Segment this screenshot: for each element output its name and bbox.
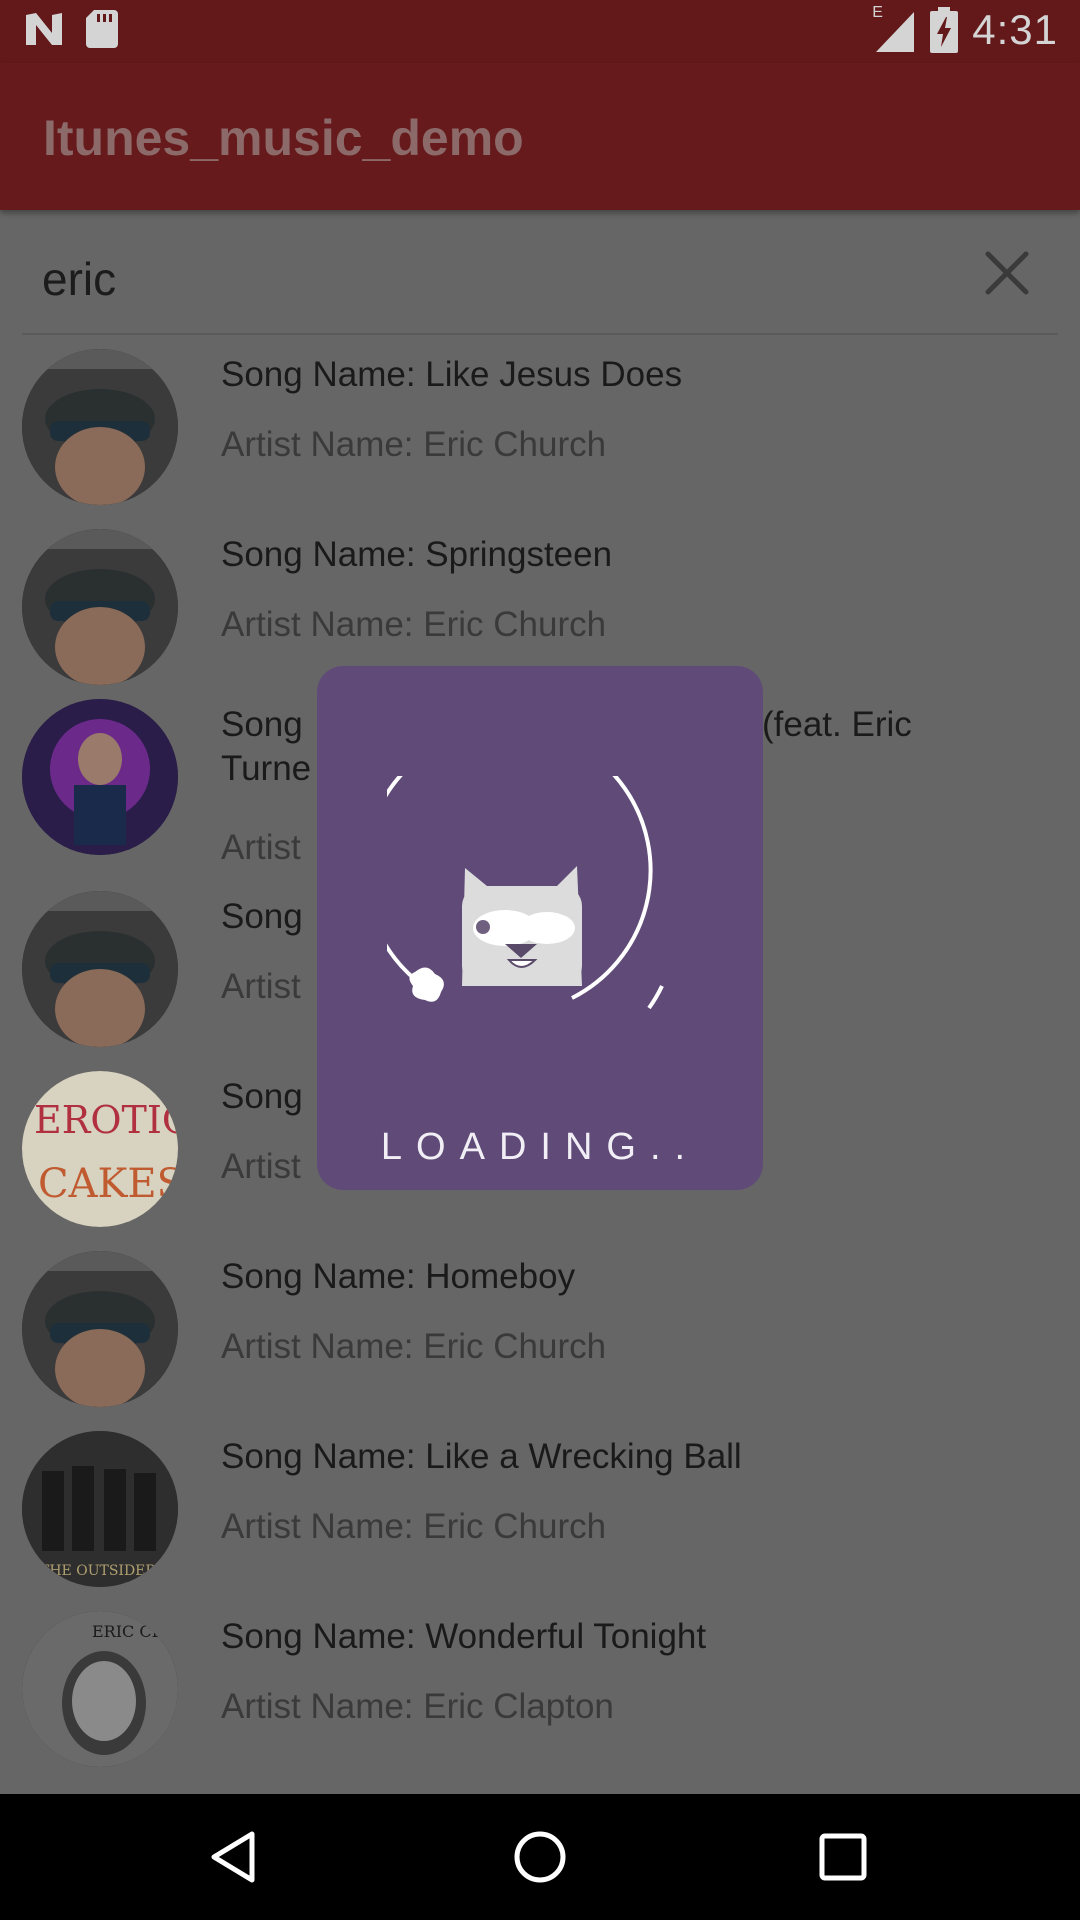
album-art: EROTIC CAKES [22, 1071, 178, 1227]
signal-icon: E [872, 4, 916, 52]
album-art [22, 1251, 178, 1407]
album-art [22, 699, 178, 855]
app-title: Itunes_music_demo [43, 110, 524, 166]
battery-charging-icon [930, 7, 959, 53]
svg-text:THE OUTSIDERS: THE OUTSIDERS [40, 1563, 166, 1579]
album-art: ERIC CLAPTON [22, 1611, 178, 1767]
network-type-label: E [872, 4, 883, 21]
list-item[interactable]: THE OUTSIDERS Song Name: Like a Wrecking… [0, 1431, 1080, 1615]
loading-spinner-icon [387, 776, 664, 1010]
loading-text: LOADING.. [380, 1126, 700, 1168]
album-art: THE OUTSIDERS [22, 1431, 178, 1587]
search-input[interactable]: eric [0, 210, 1080, 334]
song-name: Song Name: Springsteen [221, 535, 613, 574]
artist-name: Artist Name: Eric Church [221, 605, 607, 644]
recents-icon[interactable] [808, 1822, 878, 1892]
search-value: eric [42, 253, 117, 305]
home-icon[interactable] [505, 1822, 575, 1892]
app-bar: Itunes_music_demo [0, 63, 1080, 210]
loading-dialog: LOADING.. [317, 666, 763, 1190]
list-item[interactable]: ERIC CLAPTON Song Name: Wonderful Tonigh… [0, 1611, 1080, 1795]
artist-name: Artist Name: Eric Church [221, 1507, 607, 1546]
song-name-end: (feat. Eric [762, 705, 912, 744]
svg-text:CAKES: CAKES [38, 1161, 178, 1207]
list-item[interactable]: Song Name: Like Jesus Does Artist Name: … [0, 335, 1080, 515]
album-art [22, 349, 178, 505]
svg-text:EROTIC: EROTIC [34, 1098, 178, 1142]
n-icon [26, 13, 62, 45]
song-name: Song Name: Like Jesus Does [221, 355, 683, 394]
artist-name: Artist [221, 1147, 301, 1186]
album-art [22, 529, 178, 685]
album-art [22, 891, 178, 1047]
svg-text:ERIC CLAPTON: ERIC CLAPTON [92, 1622, 178, 1641]
artist-name: Artist [221, 967, 301, 1006]
list-item[interactable]: Song Name: Homeboy Artist Name: Eric Chu… [0, 1251, 1080, 1435]
clock: 4:31 [972, 6, 1058, 53]
status-bar: E 4:31 [0, 0, 1080, 63]
navigation-bar [0, 1794, 1080, 1920]
song-name: Song Name: Wonderful Tonight [221, 1617, 707, 1656]
song-name: Song Name: Homeboy [221, 1257, 576, 1296]
close-icon[interactable] [982, 248, 1032, 298]
back-icon[interactable] [200, 1822, 270, 1892]
song-name: Song Name: Like a Wrecking Ball [221, 1437, 742, 1476]
artist-name: Artist Name: Eric Church [221, 1327, 607, 1366]
sd-card-icon [86, 10, 118, 48]
artist-name: Artist Name: Eric Church [221, 425, 607, 464]
artist-name: Artist Name: Eric Clapton [221, 1687, 614, 1726]
artist-name: Artist [221, 828, 301, 867]
song-name-start: Song [221, 705, 303, 744]
cat-face-icon [462, 866, 582, 986]
song-name-line2: Turne [221, 749, 312, 788]
